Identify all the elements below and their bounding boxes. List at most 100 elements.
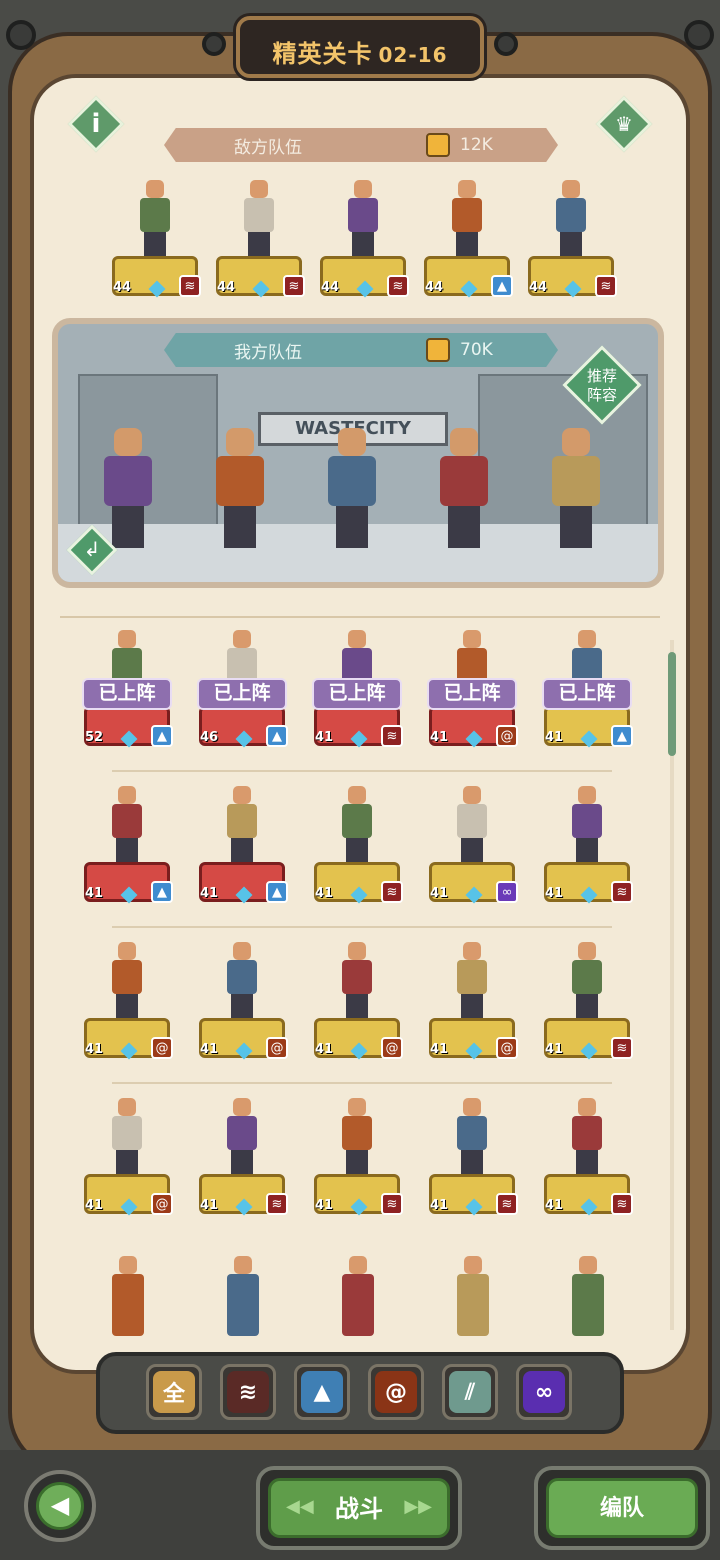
- hero-card[interactable]: 41 ▲: [84, 786, 173, 916]
- team-label: 编队: [546, 1478, 698, 1538]
- hero-card[interactable]: 44 ≋: [112, 180, 201, 310]
- hero-card[interactable]: 44 ≋: [320, 180, 409, 310]
- hero-sprite: [340, 786, 374, 864]
- hero-card[interactable]: 41 ≋ 已上阵: [312, 630, 403, 760]
- hero-pedestal: 52 ▲: [84, 706, 173, 748]
- hero-card[interactable]: 44 ≋: [528, 180, 617, 310]
- hero-sprite: [225, 1098, 259, 1176]
- swap-button[interactable]: ↲: [66, 524, 118, 576]
- rivet-title-right: [494, 32, 518, 56]
- hero-pedestal: 41 @: [429, 1018, 518, 1060]
- hero-level: 41: [545, 1198, 564, 1213]
- hero-card[interactable]: 41 ∞: [429, 786, 518, 916]
- hero-pedestal: 41 @: [84, 1174, 173, 1216]
- hero-card[interactable]: 41 ≋: [429, 1098, 518, 1228]
- faction-red-icon: ≋: [266, 1193, 288, 1215]
- faction-orange-icon: @: [151, 1037, 173, 1059]
- hero-level: 41: [85, 886, 104, 901]
- hero-level: 41: [430, 730, 449, 745]
- faction-red-icon: ≋: [496, 1193, 518, 1215]
- chevron-right-icon: ▶▶: [404, 1496, 432, 1517]
- team-formation-button[interactable]: 编队: [534, 1466, 710, 1550]
- claw-icon: ≋: [227, 1371, 269, 1413]
- ally-hero-sprite[interactable]: [212, 428, 268, 550]
- hero-sprite: [110, 786, 144, 864]
- hero-card[interactable]: [225, 1256, 261, 1336]
- hero-sprite: [570, 786, 604, 864]
- hero-sprite: [225, 786, 259, 864]
- filter-all-button[interactable]: 全: [146, 1364, 202, 1420]
- hero-level: 44: [113, 280, 132, 295]
- hero-card[interactable]: 41 ≋: [199, 1098, 288, 1228]
- faction-blue-icon: ▲: [151, 881, 173, 903]
- hero-card[interactable]: 41 @: [84, 1098, 173, 1228]
- back-button[interactable]: ◀: [24, 1470, 96, 1542]
- recommend-lineup-button[interactable]: 推荐 阵容: [562, 345, 642, 425]
- hero-card[interactable]: 41 ▲: [199, 786, 288, 916]
- filter-red-faction-button[interactable]: ≋: [220, 1364, 276, 1420]
- hero-card[interactable]: 46 ▲ 已上阵: [197, 630, 288, 760]
- hero-card[interactable]: [570, 1256, 606, 1336]
- hero-pedestal: 41 @: [314, 1018, 403, 1060]
- faction-orange-icon: @: [151, 1193, 173, 1215]
- hero-sprite: [570, 942, 604, 1020]
- hero-level: 41: [315, 886, 334, 901]
- hero-sprite: [340, 942, 374, 1020]
- deployed-badge: 已上阵: [197, 678, 287, 710]
- hero-card[interactable]: 41 ≋: [314, 1098, 403, 1228]
- hero-card[interactable]: 41 @: [429, 942, 518, 1072]
- filter-orange-faction-button[interactable]: @: [368, 1364, 424, 1420]
- hero-card[interactable]: 41 @: [84, 942, 173, 1072]
- rivet-title-left: [202, 32, 226, 56]
- hero-pedestal: 44 ≋: [528, 256, 617, 298]
- hero-card[interactable]: 52 ▲ 已上阵: [82, 630, 173, 760]
- ally-hero-sprite[interactable]: [436, 428, 492, 550]
- filter-purple-faction-button[interactable]: ∞: [516, 1364, 572, 1420]
- hero-card[interactable]: 44 ≋: [216, 180, 305, 310]
- recommend-label: 推荐: [586, 367, 617, 385]
- hero-card[interactable]: [110, 1256, 146, 1336]
- hero-card[interactable]: 41 ≋: [544, 1098, 633, 1228]
- hero-sprite: [242, 180, 276, 258]
- hero-sprite: [455, 786, 489, 864]
- lineup-label: 阵容: [586, 386, 617, 404]
- hero-card[interactable]: 41 ≋: [544, 942, 633, 1072]
- faction-blue-icon: ▲: [151, 725, 173, 747]
- hero-card[interactable]: 41 @ 已上阵: [427, 630, 518, 760]
- ally-hero-sprite[interactable]: [324, 428, 380, 550]
- hero-level: 52: [85, 730, 104, 745]
- back-arrow-icon: ◀: [36, 1482, 84, 1530]
- faction-red-icon: ≋: [595, 275, 617, 297]
- hero-level: 41: [85, 1198, 104, 1213]
- hero-card[interactable]: [455, 1256, 491, 1336]
- faction-orange-icon: @: [496, 1037, 518, 1059]
- hero-level: 41: [315, 1198, 334, 1213]
- row-divider: [112, 926, 612, 928]
- roster-scrollbar[interactable]: [668, 652, 676, 756]
- hero-pedestal: 41 ▲: [84, 862, 173, 904]
- rivet-top-right: [684, 20, 714, 50]
- filter-mixed-faction-button[interactable]: ⫽: [442, 1364, 498, 1420]
- game-frame: 精英关卡02-16 i ♛ 敌方队伍 12K 44≋44≋44≋44▲44≋ W…: [0, 0, 720, 1560]
- hero-card[interactable]: 44 ▲: [424, 180, 513, 310]
- hero-pedestal: 41 ▲: [199, 862, 288, 904]
- filter-blue-faction-button[interactable]: ▲: [294, 1364, 350, 1420]
- ally-hero-sprite[interactable]: [548, 428, 604, 550]
- hero-sprite: [225, 942, 259, 1020]
- hero-level: 41: [430, 1042, 449, 1057]
- hero-card[interactable]: 41 ≋: [544, 786, 633, 916]
- hero-pedestal: 41 ∞: [429, 862, 518, 904]
- hero-card[interactable]: 41 @: [199, 942, 288, 1072]
- info-button[interactable]: i: [67, 95, 125, 153]
- fight-button[interactable]: 战斗 ◀◀ ▶▶: [256, 1466, 462, 1550]
- trophy-button[interactable]: ♛: [595, 95, 653, 153]
- hero-sprite: [570, 1098, 604, 1176]
- faction-red-icon: ≋: [381, 725, 403, 747]
- hero-card[interactable]: 41 ≋: [314, 786, 403, 916]
- hero-sprite: [110, 1098, 144, 1176]
- hero-card[interactable]: 41 ▲ 已上阵: [542, 630, 633, 760]
- hero-card[interactable]: 41 @: [314, 942, 403, 1072]
- hero-level: 41: [545, 886, 564, 901]
- hero-card[interactable]: [340, 1256, 376, 1336]
- hero-sprite: [455, 1098, 489, 1176]
